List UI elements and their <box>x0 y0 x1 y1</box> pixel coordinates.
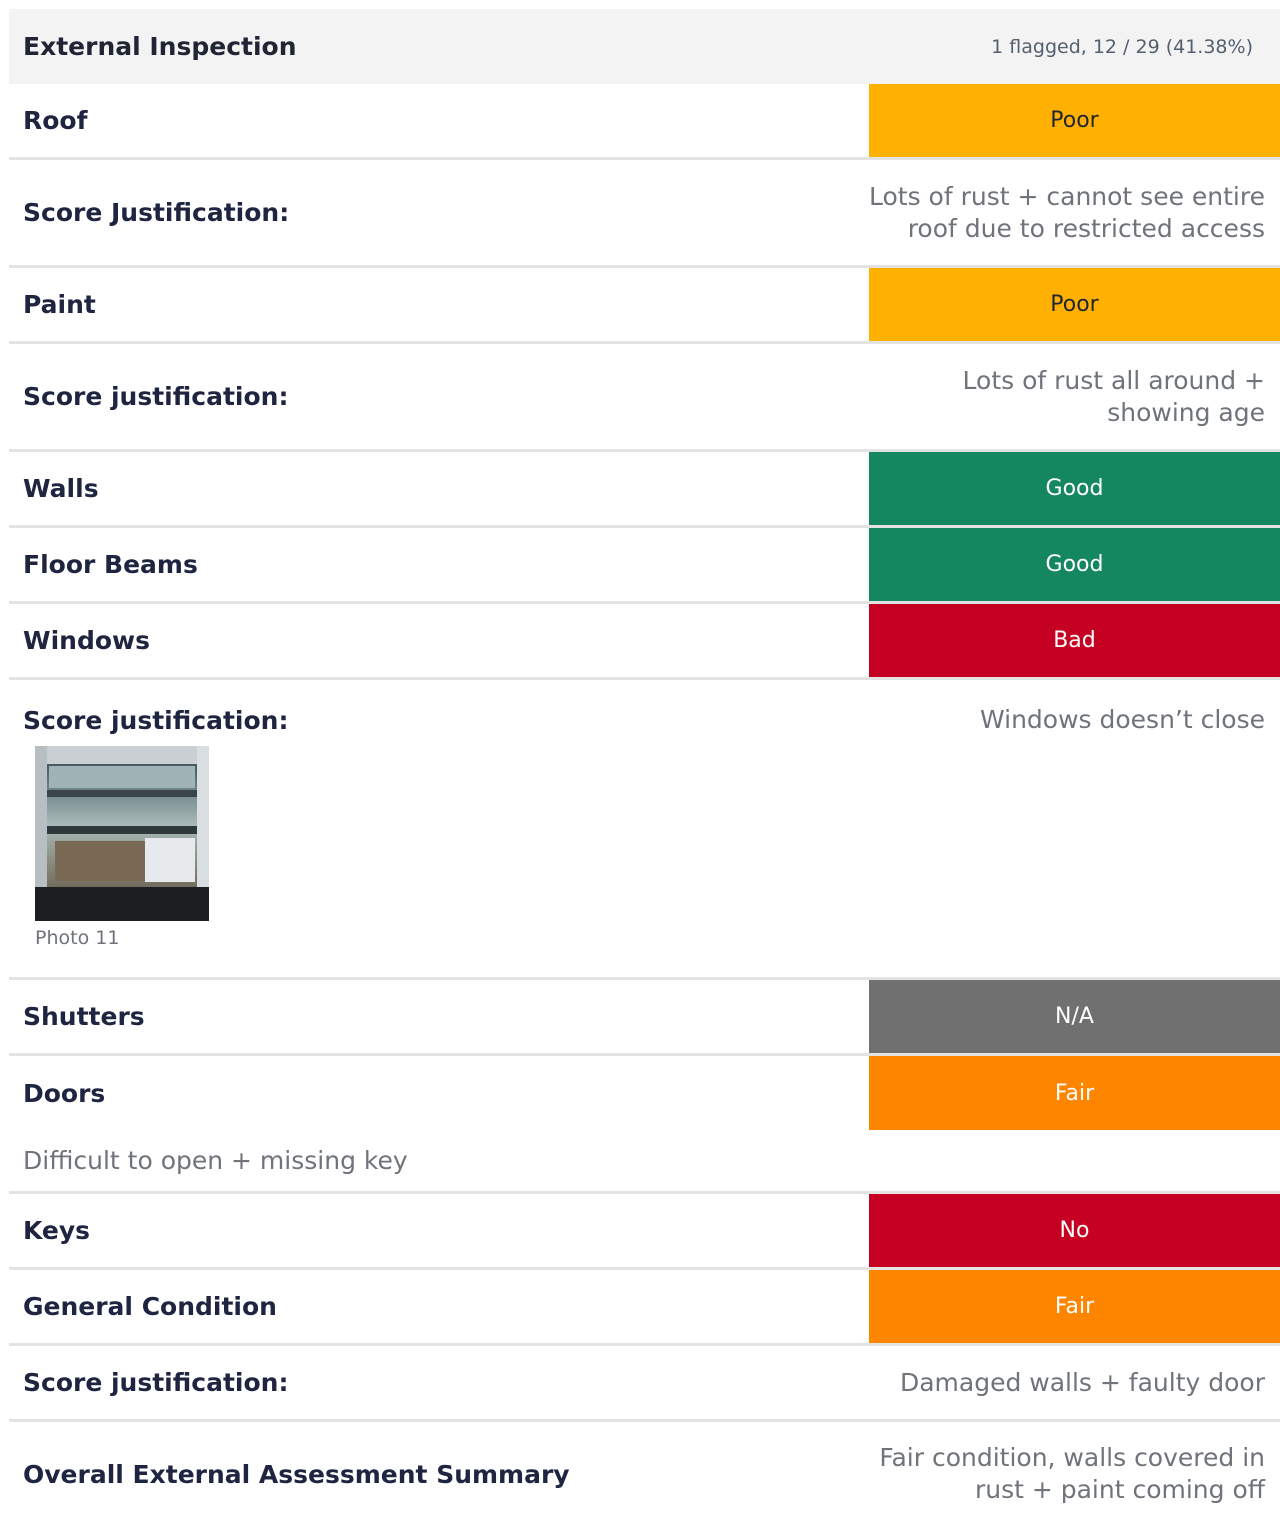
inspection-section: External Inspection 1 flagged, 12 / 29 (… <box>9 9 1280 1526</box>
section-stats: 1 flagged, 12 / 29 (41.38%) <box>991 35 1253 58</box>
question-label: Walls <box>23 474 99 503</box>
response-badge[interactable]: Fair <box>869 1270 1280 1343</box>
response-text: Damaged walls + faulty door <box>899 1367 1265 1397</box>
question-label: Score justification: <box>23 705 289 735</box>
question-row-general-condition: General Condition Fair <box>9 1270 1280 1346</box>
section-title: External Inspection <box>23 32 297 61</box>
question-label: Score justification: <box>23 1368 289 1397</box>
question-label: Score justification: <box>23 382 289 411</box>
section-header[interactable]: External Inspection 1 flagged, 12 / 29 (… <box>9 9 1280 84</box>
question-label: Floor Beams <box>23 550 198 579</box>
response-badge[interactable]: N/A <box>869 980 1280 1053</box>
response-badge[interactable]: Bad <box>869 604 1280 677</box>
question-row-keys: Keys No <box>9 1194 1280 1270</box>
question-row-walls: Walls Good <box>9 452 1280 528</box>
window-photo-thumbnail[interactable] <box>35 746 209 921</box>
response-badge[interactable]: Good <box>869 528 1280 601</box>
question-row-paint: Paint Poor <box>9 268 1280 344</box>
response-text: Windows doesn’t close <box>979 705 1265 734</box>
response-text: Lots of rust all around + showing age <box>962 365 1265 427</box>
response-badge[interactable]: Fair <box>869 1056 1280 1130</box>
question-row-shutters: Shutters N/A <box>9 980 1280 1056</box>
photo-caption: Photo 11 <box>35 927 120 949</box>
question-label: Overall External Assessment Summary <box>23 1459 570 1489</box>
response-badge[interactable]: Poor <box>869 84 1280 157</box>
question-row-overall-summary: Overall External Assessment Summary Fair… <box>9 1422 1280 1526</box>
response-badge[interactable]: Good <box>869 452 1280 525</box>
question-label: Doors <box>23 1078 106 1108</box>
question-label: Score Justification: <box>23 198 290 227</box>
question-note: Difficult to open + missing key <box>23 1145 408 1175</box>
question-label: Roof <box>23 106 88 135</box>
question-row-doors: Doors Fair Difficult to open + missing k… <box>9 1056 1280 1194</box>
question-row-windows: Windows Bad <box>9 604 1280 680</box>
question-row-general-justification: Score justification: Damaged walls + fau… <box>9 1346 1280 1422</box>
response-text: Fair condition, walls covered in rust + … <box>879 1443 1265 1504</box>
photo-attachment: Photo 11 <box>9 736 1280 961</box>
question-row-roof: Roof Poor <box>9 84 1280 160</box>
response-badge[interactable]: Poor <box>869 268 1280 341</box>
question-label: Windows <box>23 626 150 655</box>
question-row-paint-justification: Score justification: Lots of rust all ar… <box>9 344 1280 452</box>
question-row-windows-justification: Score justification: Windows doesn’t clo… <box>9 680 1280 980</box>
question-label: Keys <box>23 1216 91 1245</box>
question-label: General Condition <box>23 1292 277 1321</box>
response-badge[interactable]: No <box>869 1194 1280 1267</box>
question-row-floor-beams: Floor Beams Good <box>9 528 1280 604</box>
question-label: Paint <box>23 290 96 319</box>
question-row-roof-justification: Score Justification: Lots of rust + cann… <box>9 160 1280 268</box>
question-label: Shutters <box>23 1002 145 1031</box>
response-text: Lots of rust + cannot see entire roof du… <box>868 181 1265 243</box>
